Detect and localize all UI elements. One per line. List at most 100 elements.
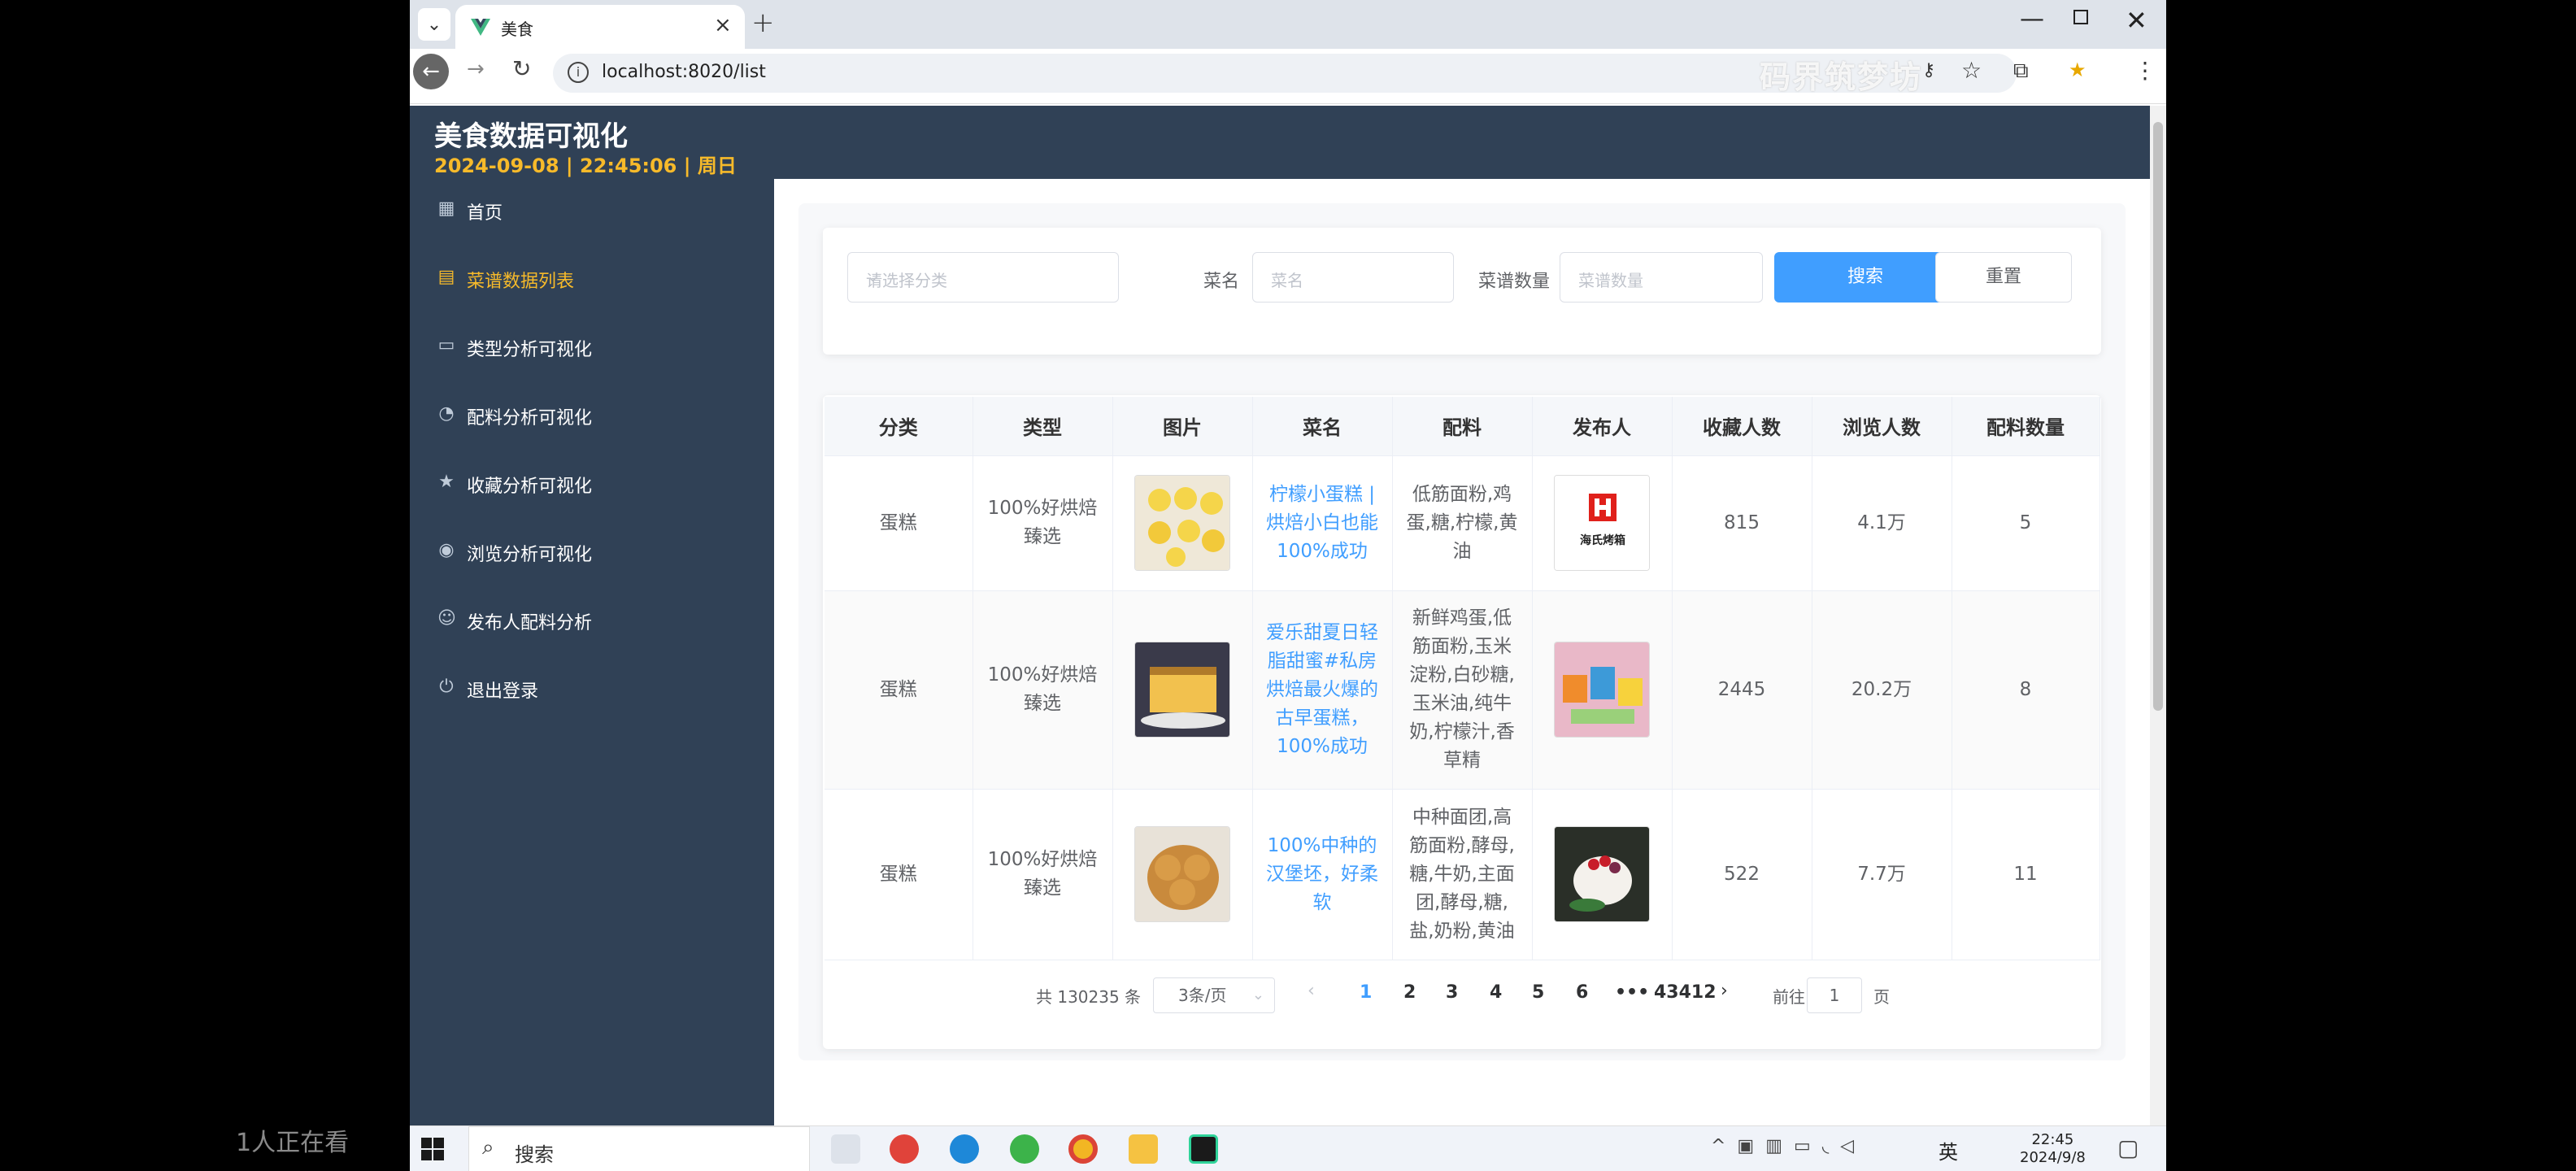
- system-tray-icons[interactable]: ^▣▥▭◟◁: [1711, 1136, 1865, 1156]
- dish-image[interactable]: [1134, 826, 1230, 922]
- new-tab-button[interactable]: +: [751, 7, 775, 39]
- goto-label: 前往: [1773, 987, 1805, 1007]
- browser-toolbar: ← → ↻ i localhost:8020/list 码界筑梦坊 ⚷ ☆ ⧉ …: [410, 49, 2166, 104]
- column-header: 菜名: [1252, 397, 1393, 456]
- pycharm-icon[interactable]: [1189, 1134, 1218, 1164]
- reload-icon[interactable]: ↻: [512, 55, 531, 82]
- maximize-icon[interactable]: [2073, 10, 2088, 24]
- cell-name[interactable]: 爱乐甜夏日轻脂甜蜜#私房烘焙最火爆的古早蛋糕，100%成功: [1252, 590, 1393, 790]
- page-number[interactable]: 2: [1403, 982, 1416, 1003]
- page-number[interactable]: 4: [1490, 982, 1502, 1003]
- page-size-value: 3条/页: [1178, 986, 1227, 1005]
- publisher-logo[interactable]: 海氏烤箱: [1554, 475, 1650, 571]
- app-163-icon[interactable]: [890, 1134, 919, 1164]
- page-scrollbar[interactable]: [2150, 106, 2166, 1125]
- sidebar-item-favorite-analysis[interactable]: ★ 收藏分析可视化: [410, 452, 774, 517]
- page-number[interactable]: 43412: [1654, 982, 1717, 1003]
- minimize-icon[interactable]: —: [2020, 5, 2044, 33]
- sidebar-item-label: 首页: [467, 203, 503, 224]
- edge-icon[interactable]: [950, 1134, 979, 1164]
- sidebar-item-label: 发布人配料分析: [467, 613, 593, 633]
- task-view-icon[interactable]: [831, 1134, 860, 1164]
- scrollbar-thumb[interactable]: [2153, 122, 2163, 711]
- prev-page-icon[interactable]: ‹: [1308, 981, 1315, 1001]
- column-header: 类型: [973, 397, 1113, 456]
- more-menu-icon[interactable]: ⋮: [2134, 57, 2156, 84]
- browser-tab[interactable]: 美食 ×: [455, 5, 745, 49]
- goto-page-input[interactable]: 1: [1807, 977, 1862, 1013]
- cell-name[interactable]: 柠檬小蛋糕 | 烘焙小白也能100%成功: [1252, 455, 1393, 591]
- dish-image[interactable]: [1134, 475, 1230, 571]
- pagination-total: 共 130235 条: [1036, 987, 1142, 1007]
- count-placeholder: 菜谱数量: [1578, 271, 1643, 290]
- sidebar-item-logout[interactable]: ⏻ 退出登录: [410, 657, 774, 722]
- filter-form: 请选择分类 ⌄ 菜名 菜名 菜谱数量 菜谱数量 搜索 重置: [823, 228, 2101, 355]
- page-number[interactable]: 3: [1446, 982, 1458, 1003]
- page-number[interactable]: 5: [1532, 982, 1544, 1003]
- back-icon[interactable]: ←: [413, 54, 449, 89]
- cell-ingredients: 中种面团,高筋面粉,酵母,糖,牛奶,主面团,酵母,糖,盐,奶粉,黄油: [1392, 789, 1533, 960]
- page-number[interactable]: 6: [1576, 982, 1588, 1003]
- name-placeholder: 菜名: [1271, 271, 1303, 290]
- column-header: 收藏人数: [1672, 397, 1812, 456]
- forward-icon[interactable]: →: [467, 57, 485, 81]
- sidebar-item-home[interactable]: ▦ 首页: [410, 179, 774, 244]
- search-button[interactable]: 搜索: [1774, 252, 1956, 303]
- table-row[interactable]: 蛋糕 100%好烘焙臻选 100%中种的汉堡坯，好柔软 中种面团,高筋面粉,酵母…: [825, 789, 2100, 960]
- cell-favorites: 522: [1672, 789, 1812, 960]
- cell-favorites: 815: [1672, 455, 1812, 591]
- cell-category: 蛋糕: [825, 789, 973, 960]
- sidebar-item-recipe-list[interactable]: ▤ 菜谱数据列表: [410, 247, 774, 312]
- extension-icon[interactable]: ★: [2069, 59, 2086, 81]
- taskbar-clock[interactable]: 22:45 2024/9/8: [2020, 1131, 2086, 1167]
- cell-views: 7.7万: [1812, 789, 1952, 960]
- sidebar-item-type-analysis[interactable]: ▭ 类型分析可视化: [410, 316, 774, 381]
- url-text[interactable]: localhost:8020/list: [602, 62, 766, 82]
- windows-start-icon[interactable]: [421, 1138, 444, 1160]
- extensions-icon[interactable]: ⧉: [2013, 59, 2029, 84]
- taskbar-search[interactable]: ⌕ 搜索: [468, 1126, 810, 1171]
- publisher-avatar[interactable]: [1554, 642, 1650, 738]
- next-page-icon[interactable]: ›: [1721, 981, 1728, 1001]
- page-number-current[interactable]: 1: [1360, 982, 1372, 1003]
- cell-type: 100%好烘焙臻选: [973, 789, 1113, 960]
- tab-title: 美食: [501, 20, 533, 39]
- page-size-select[interactable]: 3条/页 ⌄: [1153, 977, 1275, 1013]
- star-icon: ★: [438, 472, 455, 492]
- input-method[interactable]: 英: [1939, 1136, 1958, 1164]
- bookmark-star-icon[interactable]: ☆: [1961, 57, 1982, 84]
- cell-name[interactable]: 100%中种的汉堡坯，好柔软: [1252, 789, 1393, 960]
- file-explorer-icon[interactable]: [1129, 1134, 1158, 1164]
- page-ellipsis[interactable]: •••: [1615, 982, 1649, 1003]
- power-icon: ⏻: [439, 677, 454, 697]
- pagination: 共 130235 条 3条/页 ⌄ ‹ 1 2 3 4 5 6 ••• 4341…: [823, 973, 2101, 1021]
- notification-icon[interactable]: ▢: [2117, 1134, 2139, 1161]
- chrome-icon[interactable]: [1068, 1134, 1098, 1164]
- cell-image: [1112, 590, 1253, 790]
- sidebar-item-view-analysis[interactable]: ◉ 浏览分析可视化: [410, 520, 774, 586]
- vue-logo-icon: [471, 19, 490, 36]
- table-row[interactable]: 蛋糕 100%好烘焙臻选 爱乐甜夏日轻脂甜蜜#私房烘焙最火爆的古早蛋糕，100%…: [825, 590, 2100, 790]
- wechat-icon[interactable]: [1010, 1134, 1039, 1164]
- dish-image[interactable]: [1134, 642, 1230, 738]
- table-row[interactable]: 蛋糕 100%好烘焙臻选 柠檬小蛋糕 | 烘焙小白也能100%成功 低筋面粉,鸡…: [825, 455, 2100, 591]
- sidebar-item-publisher-analysis[interactable]: ☺ 发布人配料分析: [410, 589, 774, 654]
- taskbar-search-label: 搜索: [515, 1143, 554, 1166]
- publisher-avatar[interactable]: [1554, 826, 1650, 922]
- tab-search-button[interactable]: ⌄: [418, 8, 450, 41]
- name-input[interactable]: 菜名: [1252, 252, 1454, 303]
- password-key-icon[interactable]: ⚷: [1922, 60, 1935, 81]
- window-close-icon[interactable]: ✕: [2126, 5, 2147, 36]
- sidebar-item-ingredient-analysis[interactable]: ◔ 配料分析可视化: [410, 384, 774, 449]
- chevron-down-icon: ⌄: [866, 266, 880, 285]
- cell-ingredient-count: 8: [1952, 590, 2100, 790]
- category-select[interactable]: 请选择分类 ⌄: [847, 252, 1119, 303]
- cell-type: 100%好烘焙臻选: [973, 455, 1113, 591]
- site-info-icon[interactable]: i: [568, 62, 589, 83]
- close-icon[interactable]: ×: [714, 13, 732, 37]
- count-input[interactable]: 菜谱数量: [1560, 252, 1763, 303]
- app: 美食数据可视化 2024-09-08 | 22:45:06 | 周日 ▦ 首页 …: [410, 106, 2150, 1125]
- clock-date: 2024/9/8: [2020, 1149, 2086, 1166]
- content-card: 请选择分类 ⌄ 菜名 菜名 菜谱数量 菜谱数量 搜索 重置 分类 类型 图片 菜…: [798, 203, 2126, 1060]
- reset-button[interactable]: 重置: [1935, 252, 2072, 303]
